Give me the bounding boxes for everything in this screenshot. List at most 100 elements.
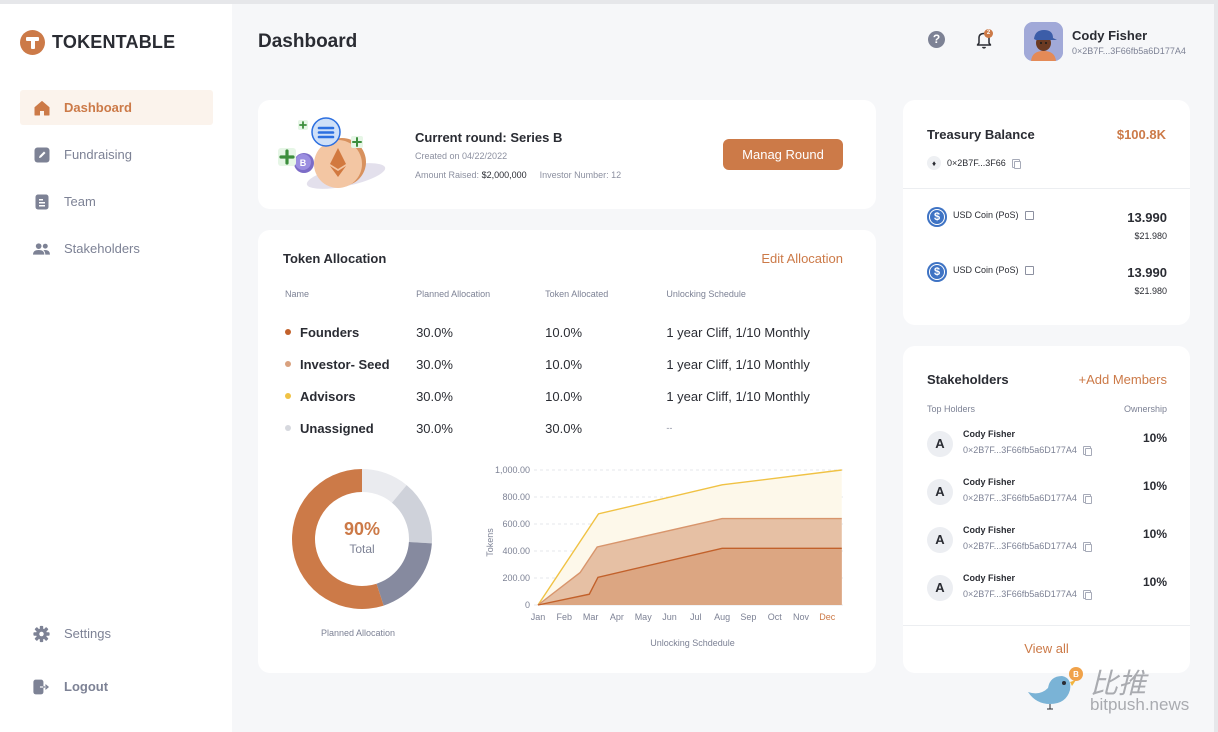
copy-icon[interactable] [1082, 589, 1092, 600]
y-tick-label: 600.00 [502, 519, 530, 529]
y-tick-label: 0 [525, 600, 530, 610]
amount-raised-label: Amount Raised: [415, 170, 480, 180]
table-row[interactable]: Investor- Seed 30.0% 10.0% 1 year Cliff, 1/… [285, 348, 855, 380]
column-header: Unlocking Schedule [666, 289, 746, 299]
row-planned: 30.0% [416, 388, 453, 404]
logo-icon [20, 30, 45, 55]
row-name: Investor- Seed [285, 357, 416, 372]
logo[interactable]: TOKENTABLE [20, 30, 175, 55]
allocation-table: Name Planned Allocation Token Allocated … [285, 287, 855, 444]
users-icon [33, 240, 50, 257]
token-allocation-card: Token Allocation Edit Allocation Name Pl… [258, 230, 876, 673]
legend-dot [285, 425, 291, 431]
usdc-icon: $ [927, 207, 947, 227]
divider [903, 625, 1190, 626]
usdc-icon: $ [927, 262, 947, 282]
holder-avatar: A [927, 431, 953, 457]
edit-allocation-link[interactable]: Edit Allocation [761, 251, 843, 266]
column-header: Token Allocated [545, 289, 609, 299]
external-link-icon[interactable] [1024, 265, 1034, 275]
holder-address: 0×2B7F...3F66fb5a6D177A4 [963, 541, 1092, 552]
holder-address-text: 0×2B7F...3F66fb5a6D177A4 [963, 541, 1077, 551]
sidebar: TOKENTABLE Dashboard Fundraising Team St… [0, 4, 232, 732]
divider [903, 188, 1190, 189]
edit-icon [33, 146, 50, 163]
sidebar-item-label: Stakeholders [64, 241, 140, 256]
svg-text:B: B [1073, 670, 1079, 679]
amount-raised-value: $2,000,000 [481, 170, 527, 180]
sidebar-item-label: Team [64, 194, 96, 209]
top-holders-header: Top Holders [927, 404, 976, 414]
add-members-link[interactable]: +Add Members [1078, 372, 1167, 387]
row-schedule: 1 year Cliff, 1/10 Monthly [666, 388, 810, 404]
sidebar-item-logout[interactable]: Logout [20, 669, 213, 704]
external-link-icon[interactable] [1024, 210, 1034, 220]
table-row[interactable]: Unassigned 30.0% 30.0% -- [285, 412, 855, 444]
home-icon [33, 99, 50, 116]
svg-text:B: B [300, 158, 307, 168]
row-name-text: Unassigned [300, 420, 374, 436]
row-allocated: 10.0% [545, 324, 583, 340]
copy-icon[interactable] [1011, 158, 1021, 169]
copy-icon[interactable] [1082, 493, 1092, 504]
treasury-card: Treasury Balance $100.8K ♦ 0×2B7F...3F66… [903, 100, 1190, 325]
copy-icon[interactable] [1082, 445, 1092, 456]
coins-illustration-icon: B [276, 114, 386, 196]
user-avatar[interactable] [1024, 22, 1063, 61]
row-planned: 30.0% [416, 420, 453, 436]
current-round-card: B Current round: Series B Created on 04/… [258, 100, 876, 209]
row-allocated: 10.0% [545, 356, 583, 372]
table-row[interactable]: Founders 30.0% 10.0% 1 year Cliff, 1/10 Mon… [285, 316, 855, 348]
row-planned: 30.0% [416, 324, 453, 340]
round-meta: Amount Raised: $2,000,000 Investor Numbe… [415, 170, 621, 180]
row-name-text: Founders [300, 324, 360, 340]
investor-number-value: 12 [611, 170, 622, 180]
bitpush-watermark: B 比推 bitpush.news [1020, 662, 1210, 722]
table-row[interactable]: Advisors 30.0% 10.0% 1 year Cliff, 1/10 Mon… [285, 380, 855, 412]
y-tick-label: 400.00 [502, 546, 530, 556]
manage-round-button[interactable]: Manag Round [723, 139, 843, 170]
donut-caption: Planned Allocation [320, 628, 396, 638]
coin-name: USD Coin (PoS) [953, 265, 1034, 275]
user-name: Cody Fisher [1072, 28, 1148, 43]
holder-name: Cody Fisher [963, 477, 1016, 487]
list-item[interactable]: A Cody Fisher 0×2B7F...3F66fb5a6D177A4 10% [927, 429, 1167, 465]
sidebar-item-fundraising[interactable]: Fundraising [20, 137, 213, 172]
sidebar-item-stakeholders[interactable]: Stakeholders [20, 231, 213, 266]
holder-address-text: 0×2B7F...3F66fb5a6D177A4 [963, 493, 1077, 503]
holder-address: 0×2B7F...3F66fb5a6D177A4 [963, 445, 1092, 456]
sidebar-item-label: Settings [64, 626, 111, 641]
x-tick-label: Mar [583, 612, 599, 622]
sidebar-item-label: Logout [64, 679, 109, 694]
treasury-address: ♦ 0×2B7F...3F66 [927, 156, 1021, 170]
legend-dot [285, 393, 291, 399]
coin-amount: 13.990 [1127, 265, 1167, 280]
x-tick-label: Feb [557, 612, 573, 622]
sidebar-item-dashboard[interactable]: Dashboard [20, 90, 213, 125]
list-item[interactable]: A Cody Fisher 0×2B7F...3F66fb5a6D177A4 10% [927, 525, 1167, 561]
coin-name-text: USD Coin (PoS) [953, 210, 1019, 220]
row-name: Founders [285, 325, 416, 340]
x-tick-label: Jul [690, 612, 702, 622]
treasury-value: $100.8K [1116, 127, 1166, 142]
holder-address-text: 0×2B7F...3F66fb5a6D177A4 [963, 445, 1077, 455]
holder-name: Cody Fisher [963, 429, 1016, 439]
list-item[interactable]: A Cody Fisher 0×2B7F...3F66fb5a6D177A4 10% [927, 573, 1167, 609]
list-item[interactable]: A Cody Fisher 0×2B7F...3F66fb5a6D177A4 10% [927, 477, 1167, 513]
copy-icon[interactable] [1082, 541, 1092, 552]
view-all-link[interactable]: View all [903, 641, 1190, 656]
notification-badge: 2 [984, 29, 993, 38]
coin-name: USD Coin (PoS) [953, 210, 1034, 220]
coin-usd-value: $21.980 [1134, 231, 1167, 241]
donut-center-label: Total [349, 542, 375, 556]
row-name-text: Investor- Seed [300, 356, 390, 372]
sidebar-item-team[interactable]: Team [20, 184, 213, 219]
x-tick-label: Nov [793, 612, 810, 622]
sidebar-item-settings[interactable]: Settings [20, 616, 213, 651]
coin-row: $ USD Coin (PoS) 13.990 $21.980 [927, 262, 1167, 302]
row-name: Unassigned [285, 421, 416, 436]
bird-logo-icon: B [1028, 667, 1083, 710]
sidebar-nav: Dashboard Fundraising Team Stakeholders [20, 90, 213, 278]
holder-ownership: 10% [1142, 527, 1167, 541]
help-icon[interactable]: ? [928, 31, 945, 48]
